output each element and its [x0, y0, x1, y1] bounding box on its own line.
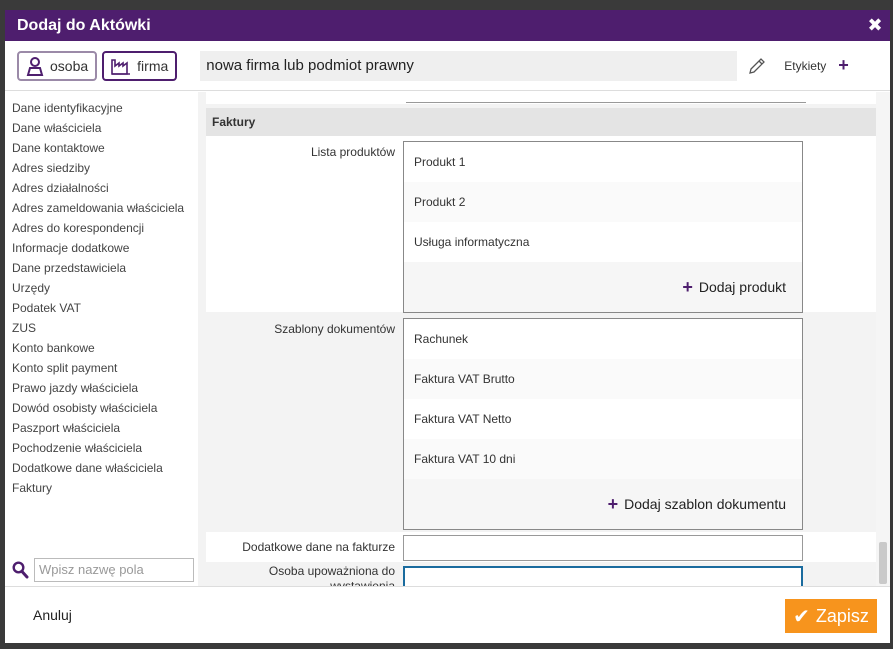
- previous-section-end: [206, 92, 876, 104]
- authorized-person-input[interactable]: [403, 566, 803, 586]
- sidebar-item[interactable]: ZUS: [5, 318, 198, 338]
- sidebar-item[interactable]: Dodatkowe dane właściciela: [5, 458, 198, 478]
- sidebar-item[interactable]: Adres siedziby: [5, 158, 198, 178]
- sidebar-item[interactable]: Urzędy: [5, 278, 198, 298]
- add-template-button[interactable]: + Dodaj szablon dokumentu: [404, 479, 802, 529]
- templates-row: Szablony dokumentów Rachunek Faktura VAT…: [206, 314, 876, 532]
- sidebar-item[interactable]: Paszport właściciela: [5, 418, 198, 438]
- pencil-icon[interactable]: [746, 55, 768, 77]
- add-template-label: Dodaj szablon dokumentu: [624, 496, 786, 512]
- person-icon: [26, 56, 44, 76]
- form-content: Faktury Lista produktów Produkt 1 Produk…: [198, 92, 890, 586]
- sidebar-item[interactable]: Adres do korespondencji: [5, 218, 198, 238]
- plus-icon: +: [607, 493, 619, 514]
- dialog-footer: Anuluj ✔ Zapisz: [5, 586, 890, 643]
- entity-topbar: osoba firma nowa firma lub podmiot prawn…: [5, 41, 890, 91]
- factory-icon: [111, 58, 131, 75]
- sidebar-item[interactable]: Prawo jazdy właściciela: [5, 378, 198, 398]
- products-list: Produkt 1 Produkt 2 Usługa informatyczna…: [403, 141, 803, 313]
- sidebar-item[interactable]: Dane właściciela: [5, 118, 198, 138]
- cancel-button[interactable]: Anuluj: [33, 607, 72, 623]
- dialog-titlebar: Dodaj do Aktówki ✖: [5, 10, 890, 41]
- products-label: Lista produktów: [310, 145, 395, 159]
- templates-list: Rachunek Faktura VAT Brutto Faktura VAT …: [403, 318, 803, 530]
- sidebar-item[interactable]: Dowód osobisty właściciela: [5, 398, 198, 418]
- close-icon[interactable]: ✖: [860, 10, 890, 41]
- list-item[interactable]: Usługa informatyczna: [404, 222, 802, 262]
- section-sidebar: Dane identyfikacyjne Dane właściciela Da…: [5, 92, 198, 586]
- save-button[interactable]: ✔ Zapisz: [785, 599, 877, 633]
- sidebar-item[interactable]: Pochodzenie właściciela: [5, 438, 198, 458]
- add-to-briefcase-dialog: Dodaj do Aktówki ✖ osoba firma nowa firm…: [5, 10, 890, 643]
- sidebar-item[interactable]: Dane kontaktowe: [5, 138, 198, 158]
- list-item[interactable]: Faktura VAT Netto: [404, 399, 802, 439]
- add-product-button[interactable]: + Dodaj produkt: [404, 262, 802, 312]
- sidebar-item[interactable]: Adres zameldowania właściciela: [5, 198, 198, 218]
- type-person-button[interactable]: osoba: [17, 50, 98, 81]
- products-row: Lista produktów Produkt 1 Produkt 2 Usłu…: [206, 136, 876, 313]
- list-item[interactable]: Faktura VAT 10 dni: [404, 439, 802, 479]
- check-icon: ✔: [793, 605, 810, 628]
- add-product-label: Dodaj produkt: [698, 279, 786, 295]
- type-company-button[interactable]: firma: [102, 50, 178, 81]
- sidebar-item[interactable]: Informacje dodatkowe: [5, 238, 198, 258]
- scrollbar-thumb[interactable]: [879, 542, 887, 584]
- save-label: Zapisz: [815, 605, 869, 626]
- list-item[interactable]: Rachunek: [404, 319, 802, 359]
- sidebar-item[interactable]: Adres działalności: [5, 178, 198, 198]
- list-item[interactable]: Produkt 2: [404, 182, 802, 222]
- sidebar-item[interactable]: Faktury: [5, 478, 198, 498]
- extra-data-input[interactable]: [403, 535, 803, 561]
- sidebar-item[interactable]: Konto split payment: [5, 358, 198, 378]
- tags-label: Etykiety: [784, 58, 827, 73]
- sidebar-item[interactable]: Konto bankowe: [5, 338, 198, 358]
- type-person-label: osoba: [50, 57, 89, 74]
- list-item[interactable]: Faktura VAT Brutto: [404, 359, 802, 399]
- sidebar-item[interactable]: Dane identyfikacyjne: [5, 98, 198, 118]
- authorized-person-label: Osoba upoważniona do wystawienia: [268, 564, 395, 586]
- sidebar-item[interactable]: Podatek VAT: [5, 298, 198, 318]
- tags-button[interactable]: Etykiety +: [784, 55, 849, 76]
- plus-icon: +: [838, 55, 849, 75]
- section-list: Dane identyfikacyjne Dane właściciela Da…: [5, 92, 198, 498]
- extra-data-row: Dodatkowe dane na fakturze: [206, 532, 876, 562]
- section-title: Faktury: [206, 108, 876, 136]
- entity-name-field[interactable]: nowa firma lub podmiot prawny: [200, 50, 738, 81]
- authorized-person-row: Osoba upoważniona do wystawienia: [206, 562, 876, 586]
- plus-icon: +: [682, 276, 693, 297]
- extra-data-label: Dodatkowe dane na fakturze: [242, 540, 395, 554]
- dialog-title: Dodaj do Aktówki: [17, 16, 151, 34]
- list-item[interactable]: Produkt 1: [404, 142, 802, 182]
- field-search: Wpisz nazwę pola: [12, 558, 194, 582]
- type-company-label: firma: [137, 57, 169, 74]
- content-scrollbar[interactable]: [876, 92, 890, 586]
- search-icon: [12, 561, 29, 579]
- sidebar-item[interactable]: Dane przedstawiciela: [5, 258, 198, 278]
- field-search-input[interactable]: Wpisz nazwę pola: [34, 558, 194, 582]
- templates-label: Szablony dokumentów: [274, 322, 395, 336]
